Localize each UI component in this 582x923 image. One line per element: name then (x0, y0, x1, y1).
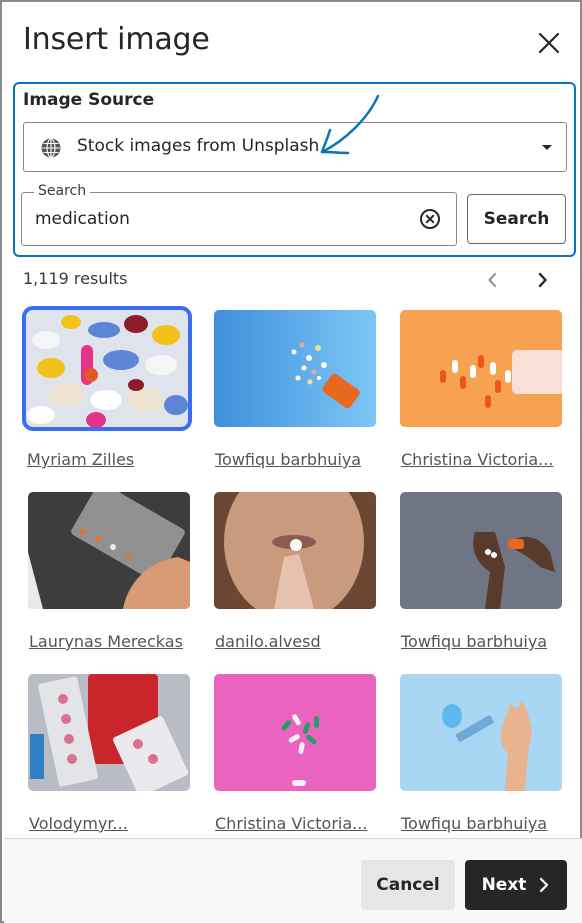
globe-icon (41, 138, 61, 158)
search-input[interactable] (35, 206, 405, 232)
clear-search-button[interactable] (419, 208, 441, 230)
blister-packs-image (28, 674, 190, 791)
clear-circle-x-icon (420, 209, 440, 229)
next-page-button[interactable] (532, 270, 552, 290)
image-author-link[interactable]: Volodymyr... (29, 814, 128, 833)
search-button[interactable]: Search (467, 194, 566, 244)
image-thumbnail[interactable] (22, 306, 192, 431)
image-author-link[interactable]: Christina Victoria... (215, 814, 367, 833)
image-author-link[interactable]: Laurynas Mereckas (29, 632, 183, 651)
search-field-label: Search (34, 183, 91, 199)
image-source-value: Stock images from Unsplash (77, 136, 320, 156)
image-thumbnail[interactable] (400, 492, 562, 609)
image-thumbnail[interactable] (214, 310, 376, 427)
image-thumbnail[interactable] (28, 674, 190, 791)
hand-with-pills-image (400, 492, 562, 609)
image-source-select[interactable]: Stock images from Unsplash (23, 122, 567, 172)
next-button[interactable]: Next (465, 860, 567, 910)
insert-image-dialog: Insert image Image Source Stock images f… (0, 0, 582, 923)
image-thumbnail[interactable] (214, 492, 376, 609)
image-author-link[interactable]: danilo.alvesd (215, 632, 321, 651)
cancel-button[interactable]: Cancel (361, 860, 455, 910)
close-button[interactable] (533, 27, 565, 59)
image-author-link[interactable]: Towfiqu barbhuiya (401, 814, 547, 833)
image-author-link[interactable]: Myriam Zilles (27, 450, 134, 469)
person-taking-pill-image (214, 492, 376, 609)
search-field: Search (21, 183, 457, 246)
hand-with-glass-image (400, 674, 562, 791)
capsules-on-pink-image (214, 674, 376, 791)
image-source-label: Image Source (23, 90, 155, 110)
next-button-label: Next (481, 875, 527, 895)
chevron-left-icon (488, 273, 496, 287)
pill-organizer-image (28, 492, 190, 609)
image-author-link[interactable]: Towfiqu barbhuiya (215, 450, 361, 469)
chevron-right-icon (540, 877, 549, 893)
capsules-on-orange-image (400, 310, 562, 427)
image-thumbnail[interactable] (214, 674, 376, 791)
pills-on-blue-image (214, 310, 376, 427)
image-author-link[interactable]: Christina Victoria... (401, 450, 553, 469)
previous-page-button[interactable] (483, 270, 503, 290)
pills-pile-image (26, 310, 188, 427)
chevron-right-icon (538, 272, 547, 288)
close-icon (538, 32, 560, 54)
chevron-down-icon (542, 145, 552, 150)
dialog-title: Insert image (23, 22, 210, 57)
image-author-link[interactable]: Towfiqu barbhuiya (401, 632, 547, 651)
results-count: 1,119 results (23, 269, 128, 288)
image-thumbnail[interactable] (28, 492, 190, 609)
image-thumbnail[interactable] (400, 674, 562, 791)
image-thumbnail[interactable] (400, 310, 562, 427)
